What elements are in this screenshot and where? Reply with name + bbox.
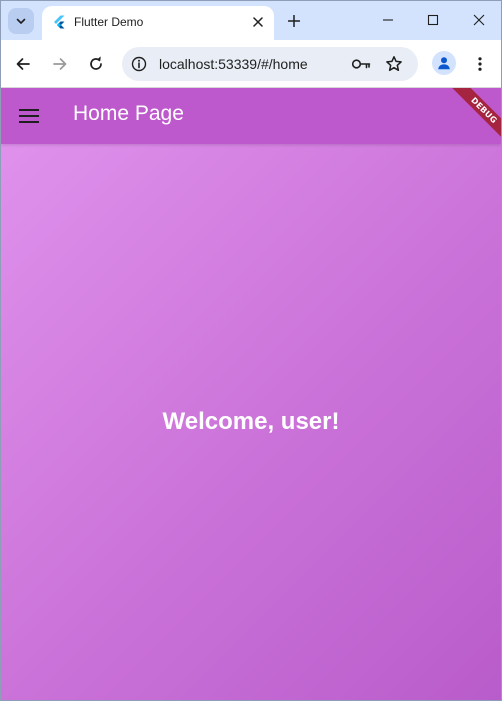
active-tab[interactable]: Flutter Demo xyxy=(42,6,274,40)
profile-button[interactable] xyxy=(432,51,456,75)
app-bar: Home Page xyxy=(1,88,501,144)
password-manager-button[interactable] xyxy=(351,55,371,73)
info-icon xyxy=(131,56,147,72)
flutter-logo-icon xyxy=(54,15,65,29)
forward-button[interactable] xyxy=(48,52,72,76)
bookmark-button[interactable] xyxy=(384,54,404,74)
maximize-button[interactable] xyxy=(422,9,444,31)
url-text: localhost:53339/#/home xyxy=(159,56,308,72)
address-bar[interactable]: localhost:53339/#/home xyxy=(122,47,418,81)
browser-menu-button[interactable] xyxy=(468,52,492,76)
hamburger-menu-icon xyxy=(19,109,39,123)
key-icon xyxy=(351,59,371,69)
minimize-icon xyxy=(383,19,393,21)
reload-button[interactable] xyxy=(84,52,108,76)
tab-search-button[interactable] xyxy=(8,8,34,34)
star-icon xyxy=(386,56,402,72)
app-body: Welcome, user! xyxy=(1,144,501,700)
tab-strip: Flutter Demo xyxy=(1,1,501,40)
new-tab-button[interactable] xyxy=(284,11,304,31)
site-info-button[interactable] xyxy=(130,55,148,73)
reload-icon xyxy=(90,56,102,70)
welcome-message: Welcome, user! xyxy=(162,408,340,435)
debug-banner: DEBUG xyxy=(443,88,501,146)
chevron-down-icon xyxy=(16,18,26,24)
drawer-menu-button[interactable] xyxy=(17,104,41,128)
arrow-left-icon xyxy=(16,58,30,70)
minimize-button[interactable] xyxy=(377,9,399,31)
plus-icon xyxy=(288,15,300,27)
more-vert-icon xyxy=(478,57,482,71)
close-icon xyxy=(253,17,263,27)
tab-close-button[interactable] xyxy=(250,14,266,30)
browser-window: Flutter Demo localhost:53339/#/home Home… xyxy=(0,0,502,701)
maximize-icon xyxy=(427,14,439,26)
tab-title: Flutter Demo xyxy=(74,15,144,29)
close-window-button[interactable] xyxy=(468,9,490,31)
close-icon xyxy=(473,14,485,26)
arrow-right-icon xyxy=(53,58,67,70)
debug-banner-label: DEBUG xyxy=(450,88,501,145)
back-button[interactable] xyxy=(11,52,35,76)
browser-toolbar: localhost:53339/#/home xyxy=(1,40,501,88)
app-viewport: Home Page DEBUG Welcome, user! xyxy=(1,88,501,700)
page-title: Home Page xyxy=(73,102,184,125)
user-avatar-icon xyxy=(438,57,450,70)
